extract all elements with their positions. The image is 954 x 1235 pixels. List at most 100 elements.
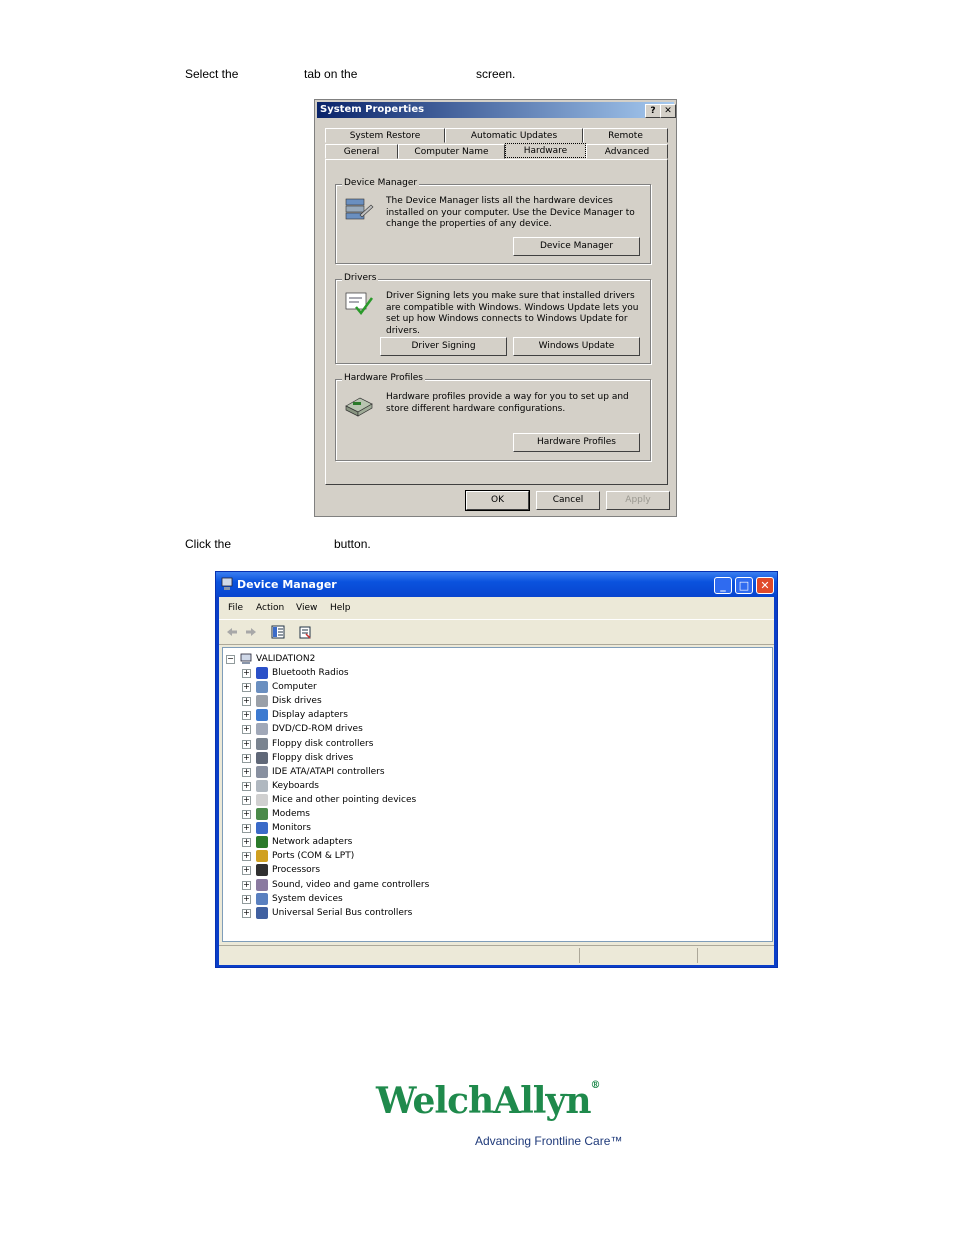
collapse-icon[interactable]: − xyxy=(226,655,235,664)
window-title: Device Manager xyxy=(237,578,337,591)
tree-item-label: Processors xyxy=(272,865,321,876)
expand-icon[interactable]: + xyxy=(242,824,251,834)
tab-hardware[interactable]: Hardware xyxy=(505,143,586,158)
tree-item-label: Disk drives xyxy=(272,696,322,707)
device-manager-button[interactable]: Device Manager xyxy=(513,237,640,256)
tree-item-label: Universal Serial Bus controllers xyxy=(272,907,413,918)
status-bar xyxy=(219,945,774,966)
expand-icon[interactable]: + xyxy=(242,753,251,763)
group-drivers: Drivers Driver Signing lets you make sur… xyxy=(335,273,651,364)
computer-icon xyxy=(221,577,233,590)
close-icon: ✕ xyxy=(760,579,770,592)
device-category-icon xyxy=(256,779,268,792)
expand-icon[interactable]: + xyxy=(242,838,251,848)
group-description: The Device Manager lists all the hardwar… xyxy=(386,196,635,229)
tab-system-restore[interactable]: System Restore xyxy=(325,128,445,143)
status-pane xyxy=(579,948,580,963)
device-category-icon xyxy=(256,850,268,863)
device-manager-window: Device Manager _ □ ✕ File Action View He… xyxy=(215,571,778,968)
expand-icon[interactable]: + xyxy=(242,669,251,678)
tree-item-label: Floppy disk drives xyxy=(272,752,354,763)
expand-icon[interactable]: + xyxy=(242,894,251,904)
device-category-icon xyxy=(256,667,268,679)
expand-icon[interactable]: + xyxy=(242,683,251,693)
menu-bar: File Action View Help xyxy=(219,600,774,618)
instruction-text: tab on the xyxy=(304,67,358,81)
expand-icon[interactable]: + xyxy=(242,711,251,721)
dialog-title-bar: System Properties xyxy=(317,102,674,118)
windows-update-button[interactable]: Windows Update xyxy=(513,337,640,356)
group-hardware-profiles: Hardware Profiles Hardware profiles prov… xyxy=(335,373,651,461)
tree-item-label: Computer xyxy=(272,682,317,693)
close-button[interactable]: ✕ xyxy=(660,104,676,118)
apply-button[interactable]: Apply xyxy=(606,491,670,510)
driver-signing-icon xyxy=(345,292,374,316)
tab-advanced[interactable]: Advanced xyxy=(586,144,668,159)
expand-icon[interactable]: + xyxy=(242,767,251,777)
tab-automatic-updates[interactable]: Automatic Updates xyxy=(445,128,583,143)
menu-view[interactable]: View xyxy=(296,603,317,613)
device-category-icon xyxy=(256,878,268,891)
expand-icon[interactable]: + xyxy=(242,880,251,890)
tab-general[interactable]: General xyxy=(325,144,398,159)
forward-arrow-icon[interactable] xyxy=(244,625,258,639)
expand-icon[interactable]: + xyxy=(242,908,251,918)
minimize-button[interactable]: _ xyxy=(714,577,732,594)
group-label: Drivers xyxy=(342,273,379,283)
device-category-icon xyxy=(256,793,268,806)
show-hide-tree-icon[interactable] xyxy=(271,625,285,639)
toolbar xyxy=(219,619,774,645)
expand-icon[interactable]: + xyxy=(242,866,251,876)
group-label: Device Manager xyxy=(342,178,420,188)
maximize-icon: □ xyxy=(738,579,750,592)
instruction-text: button. xyxy=(334,537,371,551)
tree-item-label: System devices xyxy=(272,893,343,904)
device-category-icon xyxy=(256,808,268,820)
expand-icon[interactable]: + xyxy=(242,739,251,749)
window-title-bar[interactable]: Device Manager _ □ ✕ xyxy=(216,572,777,597)
device-category-icon xyxy=(256,836,268,849)
expand-icon[interactable]: + xyxy=(242,795,251,805)
device-category-icon xyxy=(256,723,268,736)
minimize-icon: _ xyxy=(720,579,726,592)
hardware-profiles-button[interactable]: Hardware Profiles xyxy=(513,433,640,452)
expand-icon[interactable]: + xyxy=(242,725,251,735)
device-category-icon xyxy=(256,709,268,722)
computer-icon xyxy=(240,653,252,664)
menu-help[interactable]: Help xyxy=(330,603,351,613)
driver-signing-button[interactable]: Driver Signing xyxy=(380,337,507,356)
back-arrow-icon[interactable] xyxy=(225,625,239,639)
expand-icon[interactable]: + xyxy=(242,697,251,707)
tab-remote[interactable]: Remote xyxy=(583,128,668,143)
tree-item-label: IDE ATA/ATAPI controllers xyxy=(272,766,385,777)
close-button[interactable]: ✕ xyxy=(756,577,774,594)
expand-icon[interactable]: + xyxy=(242,810,251,819)
tree-item-label: Keyboards xyxy=(272,780,319,791)
instruction-text: screen. xyxy=(476,67,516,81)
menu-action[interactable]: Action xyxy=(256,603,284,613)
menu-file[interactable]: File xyxy=(228,603,243,613)
tree-item-label: Sound, video and game controllers xyxy=(272,879,430,890)
tab-computer-name[interactable]: Computer Name xyxy=(398,144,505,159)
device-category-icon xyxy=(256,681,268,694)
expand-icon[interactable]: + xyxy=(242,852,251,862)
tree-item-label: DVD/CD-ROM drives xyxy=(272,724,363,735)
window-body: File Action View Help − VALIDATION2 + Bl… xyxy=(219,597,774,965)
welch-allyn-logo: WelchAllyn® xyxy=(376,1080,601,1122)
ok-button[interactable]: OK xyxy=(465,490,530,511)
device-category-icon xyxy=(256,695,268,708)
tree-item-label: Bluetooth Radios xyxy=(272,668,349,678)
tree-item-label: Modems xyxy=(272,809,310,819)
tree-item-label: Ports (COM & LPT) xyxy=(272,851,355,862)
group-label: Hardware Profiles xyxy=(342,373,425,383)
hardware-profiles-icon xyxy=(345,397,373,417)
maximize-button[interactable]: □ xyxy=(735,577,753,594)
instruction-text: Select the xyxy=(185,67,239,81)
cancel-button[interactable]: Cancel xyxy=(536,491,600,510)
expand-icon[interactable]: + xyxy=(242,781,251,791)
device-category-icon xyxy=(256,906,268,919)
device-manager-icon xyxy=(345,198,374,220)
help-button[interactable]: ? xyxy=(645,104,661,118)
properties-icon[interactable] xyxy=(298,625,312,639)
hardware-tab-panel: Device Manager The Device Manager lists … xyxy=(325,159,668,485)
